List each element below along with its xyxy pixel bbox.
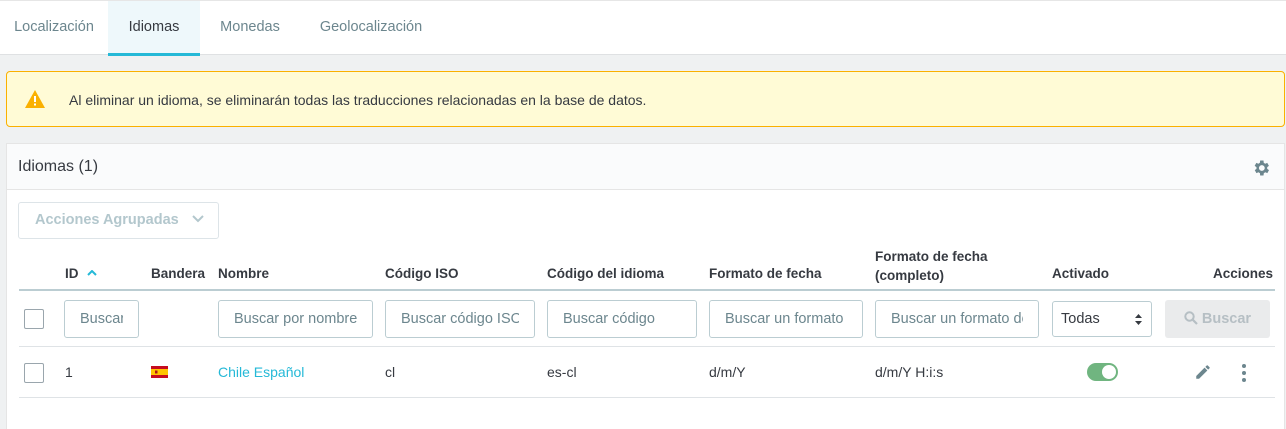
filter-active-select[interactable]: Todas: [1052, 301, 1152, 337]
column-label-id: ID: [65, 266, 79, 281]
filter-date-format-full-input[interactable]: [875, 300, 1039, 338]
bulk-actions-dropdown[interactable]: Acciones Agrupadas: [18, 202, 219, 239]
column-header-id[interactable]: ID: [65, 266, 97, 281]
tab-bar: Localización Idiomas Monedas Geolocaliza…: [0, 0, 1286, 56]
tab-geolocalizacion[interactable]: Geolocalización: [300, 1, 442, 56]
filter-active-value: Todas: [1061, 311, 1100, 327]
column-label-date-format-full-line1: Formato de fecha: [875, 249, 988, 264]
column-label-date-format-full-line2: (completo): [875, 268, 944, 283]
filter-date-format-input[interactable]: [709, 300, 863, 338]
search-button[interactable]: Buscar: [1165, 300, 1270, 338]
filter-row-divider: [19, 346, 1275, 347]
bulk-actions-label: Acciones Agrupadas: [35, 212, 179, 228]
gear-icon[interactable]: [1251, 158, 1271, 178]
row-date-format-full: d/m/Y H:i:s: [875, 364, 944, 380]
column-header-name[interactable]: Nombre: [218, 266, 269, 281]
column-header-date-format-full[interactable]: Formato de fecha (completo): [875, 247, 988, 285]
edit-pencil-icon[interactable]: [1194, 363, 1212, 381]
column-header-flag: Bandera: [151, 266, 206, 281]
row-name-link[interactable]: Chile Español: [218, 363, 304, 381]
row-divider: [19, 397, 1275, 398]
column-header-date-format[interactable]: Formato de fecha: [709, 266, 822, 281]
toggle-knob: [1102, 365, 1116, 379]
filter-lang-code-input[interactable]: [547, 300, 697, 338]
select-arrows-icon: [1135, 314, 1142, 325]
filter-name-input[interactable]: [218, 300, 373, 338]
tab-monedas[interactable]: Monedas: [200, 1, 300, 56]
tab-localizacion[interactable]: Localización: [0, 1, 108, 56]
column-header-actions: Acciones: [1213, 266, 1274, 281]
es-flag-icon: [151, 366, 168, 378]
tab-idiomas[interactable]: Idiomas: [108, 1, 200, 56]
chevron-down-icon: [192, 215, 204, 223]
sort-ascending-icon[interactable]: [86, 270, 97, 276]
filter-id-input[interactable]: [64, 300, 139, 338]
more-actions-icon[interactable]: [1237, 363, 1251, 383]
select-all-checkbox[interactable]: [24, 309, 44, 329]
row-id: 1: [65, 364, 73, 380]
row-date-format: d/m/Y: [709, 364, 746, 380]
row-active-toggle[interactable]: [1087, 363, 1118, 381]
languages-panel: Idiomas (1) Acciones Agrupadas ID Bander…: [6, 143, 1285, 429]
column-header-lang-code[interactable]: Código del idioma: [547, 266, 664, 281]
panel-title: Idiomas (1): [18, 158, 99, 175]
search-icon: [1184, 311, 1198, 325]
search-button-label: Buscar: [1201, 311, 1252, 327]
row-lang-code: es-cl: [547, 364, 577, 380]
warning-icon: [25, 90, 45, 108]
alert-message: Al eliminar un idioma, se eliminarán tod…: [69, 92, 647, 108]
filter-iso-input[interactable]: [385, 300, 535, 338]
warning-alert: Al eliminar un idioma, se eliminarán tod…: [6, 71, 1285, 127]
column-header-iso[interactable]: Código ISO: [385, 266, 459, 281]
row-iso: cl: [385, 364, 396, 380]
header-divider: [19, 289, 1275, 291]
row-checkbox[interactable]: [24, 363, 44, 383]
column-header-active[interactable]: Activado: [1052, 266, 1109, 281]
panel-header: Idiomas (1): [7, 144, 1284, 190]
